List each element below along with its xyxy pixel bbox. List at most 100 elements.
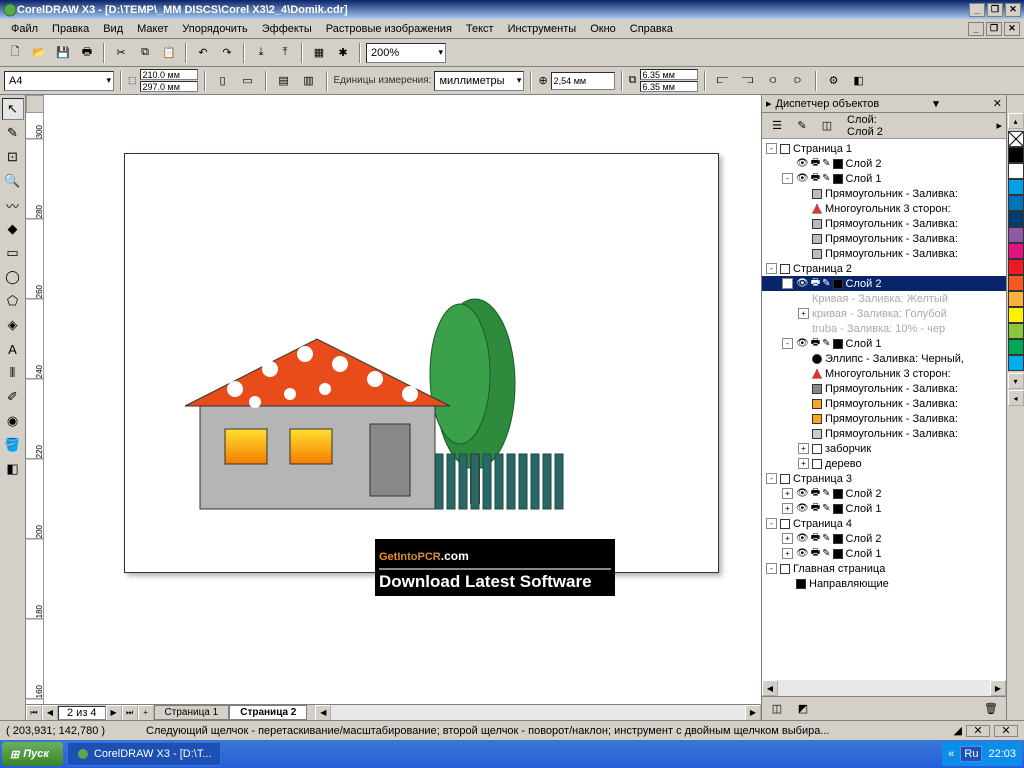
tree-item[interactable]: +👁🖶✎Слой 1	[762, 546, 1006, 561]
new-master-layer-button[interactable]: ◩	[792, 698, 814, 720]
tree-item[interactable]: -Страница 1	[762, 141, 1006, 156]
tree-item[interactable]: Прямоугольник - Заливка:	[762, 426, 1006, 441]
panel-expand-icon[interactable]: ▸	[766, 97, 772, 110]
freehand-tool[interactable]: 〰	[2, 194, 24, 216]
duplicate-x-input[interactable]: 6.35 мм	[640, 69, 698, 80]
color-swatch[interactable]	[1008, 243, 1024, 259]
delete-button[interactable]: 🗑	[980, 698, 1002, 720]
tree-item[interactable]: Прямоугольник - Заливка:	[762, 381, 1006, 396]
menu-text[interactable]: Текст	[459, 21, 501, 37]
tree-item[interactable]: 👁🖶✎Слой 2	[762, 156, 1006, 171]
tree-item[interactable]: +👁🖶✎Слой 1	[762, 501, 1006, 516]
menu-help[interactable]: Справка	[623, 21, 680, 37]
tree-item[interactable]: Эллипс - Заливка: Черный,	[762, 351, 1006, 366]
tree-item[interactable]: Прямоугольник - Заливка:	[762, 246, 1006, 261]
smart-fill-tool[interactable]: ◆	[2, 218, 24, 240]
undo-button[interactable]: ↶	[192, 42, 214, 64]
workspace[interactable]: GetIntoPCR.com Download Latest Software	[44, 113, 761, 704]
redo-button[interactable]: ↷	[216, 42, 238, 64]
interactive-fill-tool[interactable]: ◧	[2, 458, 24, 480]
duplicate-y-input[interactable]: 6.35 мм	[640, 81, 698, 92]
mdi-close-button[interactable]: ✕	[1004, 22, 1020, 36]
color-swatch[interactable]	[1008, 355, 1024, 371]
app-launcher-button[interactable]: ▦	[308, 42, 330, 64]
menu-view[interactable]: Вид	[96, 21, 130, 37]
hscroll-track[interactable]	[331, 705, 745, 721]
tree-item[interactable]: Многоугольник 3 сторон:	[762, 366, 1006, 381]
options-button-2[interactable]: ◧	[848, 70, 870, 92]
prev-page-button[interactable]: ◀	[42, 705, 58, 721]
tree-item[interactable]: -👁🖶✎Слой 1	[762, 336, 1006, 351]
fill-tool[interactable]: 🪣	[2, 434, 24, 456]
clock[interactable]: 22:03	[988, 748, 1016, 760]
next-page-button[interactable]: ▶	[106, 705, 122, 721]
zoom-dropdown[interactable]: 200%	[366, 43, 446, 63]
color-swatch[interactable]	[1008, 163, 1024, 179]
tree-item[interactable]: Кривая - Заливка: Желтый	[762, 291, 1006, 306]
eyedropper-tool[interactable]: ✐	[2, 386, 24, 408]
vertical-ruler[interactable]: 300280260240220200180160	[26, 113, 44, 704]
snap-button-4[interactable]: ⫐	[787, 70, 809, 92]
layer-manager-button[interactable]: ◫	[816, 115, 838, 137]
tree-hscroll-left[interactable]: ◀	[762, 680, 778, 696]
page-tab[interactable]: Страница 1	[154, 705, 230, 720]
object-tree[interactable]: -Страница 1👁🖶✎Слой 2-👁🖶✎Слой 1Прямоуголь…	[762, 139, 1006, 680]
basic-shapes-tool[interactable]: ◈	[2, 314, 24, 336]
tree-item[interactable]: Направляющие	[762, 576, 1006, 591]
menu-effects[interactable]: Эффекты	[255, 21, 319, 37]
tree-item[interactable]: -👁🖶✎Слой 1	[762, 171, 1006, 186]
taskbar-app-button[interactable]: CorelDRAW X3 - [D:\T...	[67, 742, 221, 766]
mdi-minimize-button[interactable]: _	[968, 22, 984, 36]
color-swatch[interactable]	[1008, 291, 1024, 307]
color-swatch[interactable]	[1008, 179, 1024, 195]
ruler-origin[interactable]	[26, 95, 44, 113]
minimize-button[interactable]: _	[969, 3, 985, 17]
zoom-tool[interactable]: 🔍	[2, 170, 24, 192]
add-page-button[interactable]: +	[138, 705, 154, 721]
color-swatch[interactable]	[1008, 307, 1024, 323]
maximize-button[interactable]: ❐	[987, 3, 1003, 17]
export-button[interactable]: ⤒	[274, 42, 296, 64]
tree-item[interactable]: +кривая - Заливка: Голубой	[762, 306, 1006, 321]
tree-item[interactable]: +👁🖶✎Слой 2	[762, 531, 1006, 546]
no-fill-swatch[interactable]	[1008, 131, 1024, 147]
shape-tool[interactable]: ✎	[2, 122, 24, 144]
tree-item[interactable]: Прямоугольник - Заливка:	[762, 231, 1006, 246]
pick-tool[interactable]: ↖	[2, 98, 24, 120]
tree-item[interactable]: Прямоугольник - Заливка:	[762, 411, 1006, 426]
tree-hscroll-right[interactable]: ▶	[990, 680, 1006, 696]
rectangle-tool[interactable]: ▭	[2, 242, 24, 264]
tree-item[interactable]: Прямоугольник - Заливка:	[762, 216, 1006, 231]
menu-layout[interactable]: Макет	[130, 21, 175, 37]
tree-item[interactable]: Прямоугольник - Заливка:	[762, 396, 1006, 411]
last-page-button[interactable]: ⏭	[122, 705, 138, 721]
paper-size-dropdown[interactable]: A4	[4, 71, 114, 91]
current-page-button[interactable]: ▥	[298, 70, 320, 92]
no-outline-indicator[interactable]: ✕	[994, 725, 1018, 737]
tray-expand-icon[interactable]: «	[948, 748, 954, 760]
outline-tool[interactable]: ◉	[2, 410, 24, 432]
color-swatch[interactable]	[1008, 323, 1024, 339]
start-button[interactable]: ⊞ Пуск	[2, 742, 63, 766]
color-swatch[interactable]	[1008, 259, 1024, 275]
snap-button-2[interactable]: ⫎	[737, 70, 759, 92]
crop-tool[interactable]: ⊡	[2, 146, 24, 168]
page-width-input[interactable]: 210.0 мм	[140, 69, 198, 80]
snap-button-1[interactable]: ⫍	[712, 70, 734, 92]
print-button[interactable]: 🖶	[76, 42, 98, 64]
tree-item[interactable]: truba - Заливка: 10% - чер	[762, 321, 1006, 336]
nudge-input[interactable]: 2,54 мм	[551, 72, 615, 90]
blend-tool[interactable]: ⫴	[2, 362, 24, 384]
close-button[interactable]: ✕	[1005, 3, 1021, 17]
options-button-1[interactable]: ⚙	[823, 70, 845, 92]
save-button[interactable]: 💾	[52, 42, 74, 64]
cut-button[interactable]: ✂	[110, 42, 132, 64]
ellipse-tool[interactable]: ◯	[2, 266, 24, 288]
new-layer-button[interactable]: ◫	[766, 698, 788, 720]
tree-item[interactable]: Прямоугольник - Заливка:	[762, 186, 1006, 201]
palette-down-button[interactable]: ▾	[1008, 373, 1024, 389]
menu-arrange[interactable]: Упорядочить	[175, 21, 254, 37]
portrait-button[interactable]: ▯	[212, 70, 234, 92]
paste-button[interactable]: 📋	[158, 42, 180, 64]
import-button[interactable]: ⤓	[250, 42, 272, 64]
